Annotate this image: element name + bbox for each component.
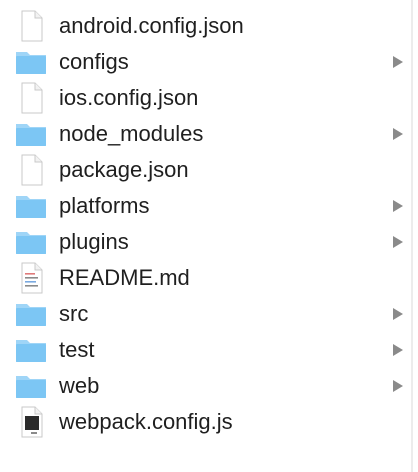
folder-icon	[15, 190, 47, 222]
item-label: test	[59, 337, 95, 362]
list-item[interactable]: package.json	[0, 152, 410, 188]
disclosure-arrow-icon[interactable]	[393, 236, 403, 248]
folder-icon	[15, 334, 47, 366]
disclosure-arrow-icon[interactable]	[393, 380, 403, 392]
item-label: src	[59, 301, 89, 326]
json-file-icon	[15, 82, 47, 114]
js-file-icon	[15, 406, 47, 438]
folder-icon	[15, 46, 47, 78]
folder-icon	[15, 370, 47, 402]
list-item[interactable]: node_modules	[0, 116, 410, 152]
item-label: webpack.config.js	[59, 409, 233, 434]
item-label: platforms	[59, 193, 150, 218]
markdown-file-icon	[15, 262, 47, 294]
list-item[interactable]: web	[0, 368, 410, 404]
folder-icon	[15, 118, 47, 150]
item-label: android.config.json	[59, 13, 244, 38]
item-label: package.json	[59, 157, 189, 182]
item-label: plugins	[59, 229, 129, 254]
item-label: configs	[59, 49, 129, 74]
column-divider[interactable]	[411, 0, 413, 472]
list-item[interactable]: platforms	[0, 188, 410, 224]
disclosure-arrow-icon[interactable]	[393, 128, 403, 140]
item-label: web	[59, 373, 100, 398]
list-item[interactable]: test	[0, 332, 410, 368]
item-label: node_modules	[59, 121, 204, 146]
list-item[interactable]: ios.config.json	[0, 80, 410, 116]
list-item[interactable]: webpack.config.js	[0, 404, 410, 440]
list-item[interactable]: src	[0, 296, 410, 332]
folder-icon	[15, 298, 47, 330]
file-list: android.config.json configs ios.config.j…	[0, 8, 410, 440]
item-label: README.md	[59, 265, 190, 290]
disclosure-arrow-icon[interactable]	[393, 200, 403, 212]
disclosure-arrow-icon[interactable]	[393, 56, 403, 68]
disclosure-arrow-icon[interactable]	[393, 344, 403, 356]
item-label: ios.config.json	[59, 85, 199, 110]
json-file-icon	[15, 154, 47, 186]
list-item[interactable]: android.config.json	[0, 8, 410, 44]
json-file-icon	[15, 10, 47, 42]
disclosure-arrow-icon[interactable]	[393, 308, 403, 320]
list-item[interactable]: configs	[0, 44, 410, 80]
list-item[interactable]: README.md	[0, 260, 410, 296]
list-item[interactable]: plugins	[0, 224, 410, 260]
folder-icon	[15, 226, 47, 258]
